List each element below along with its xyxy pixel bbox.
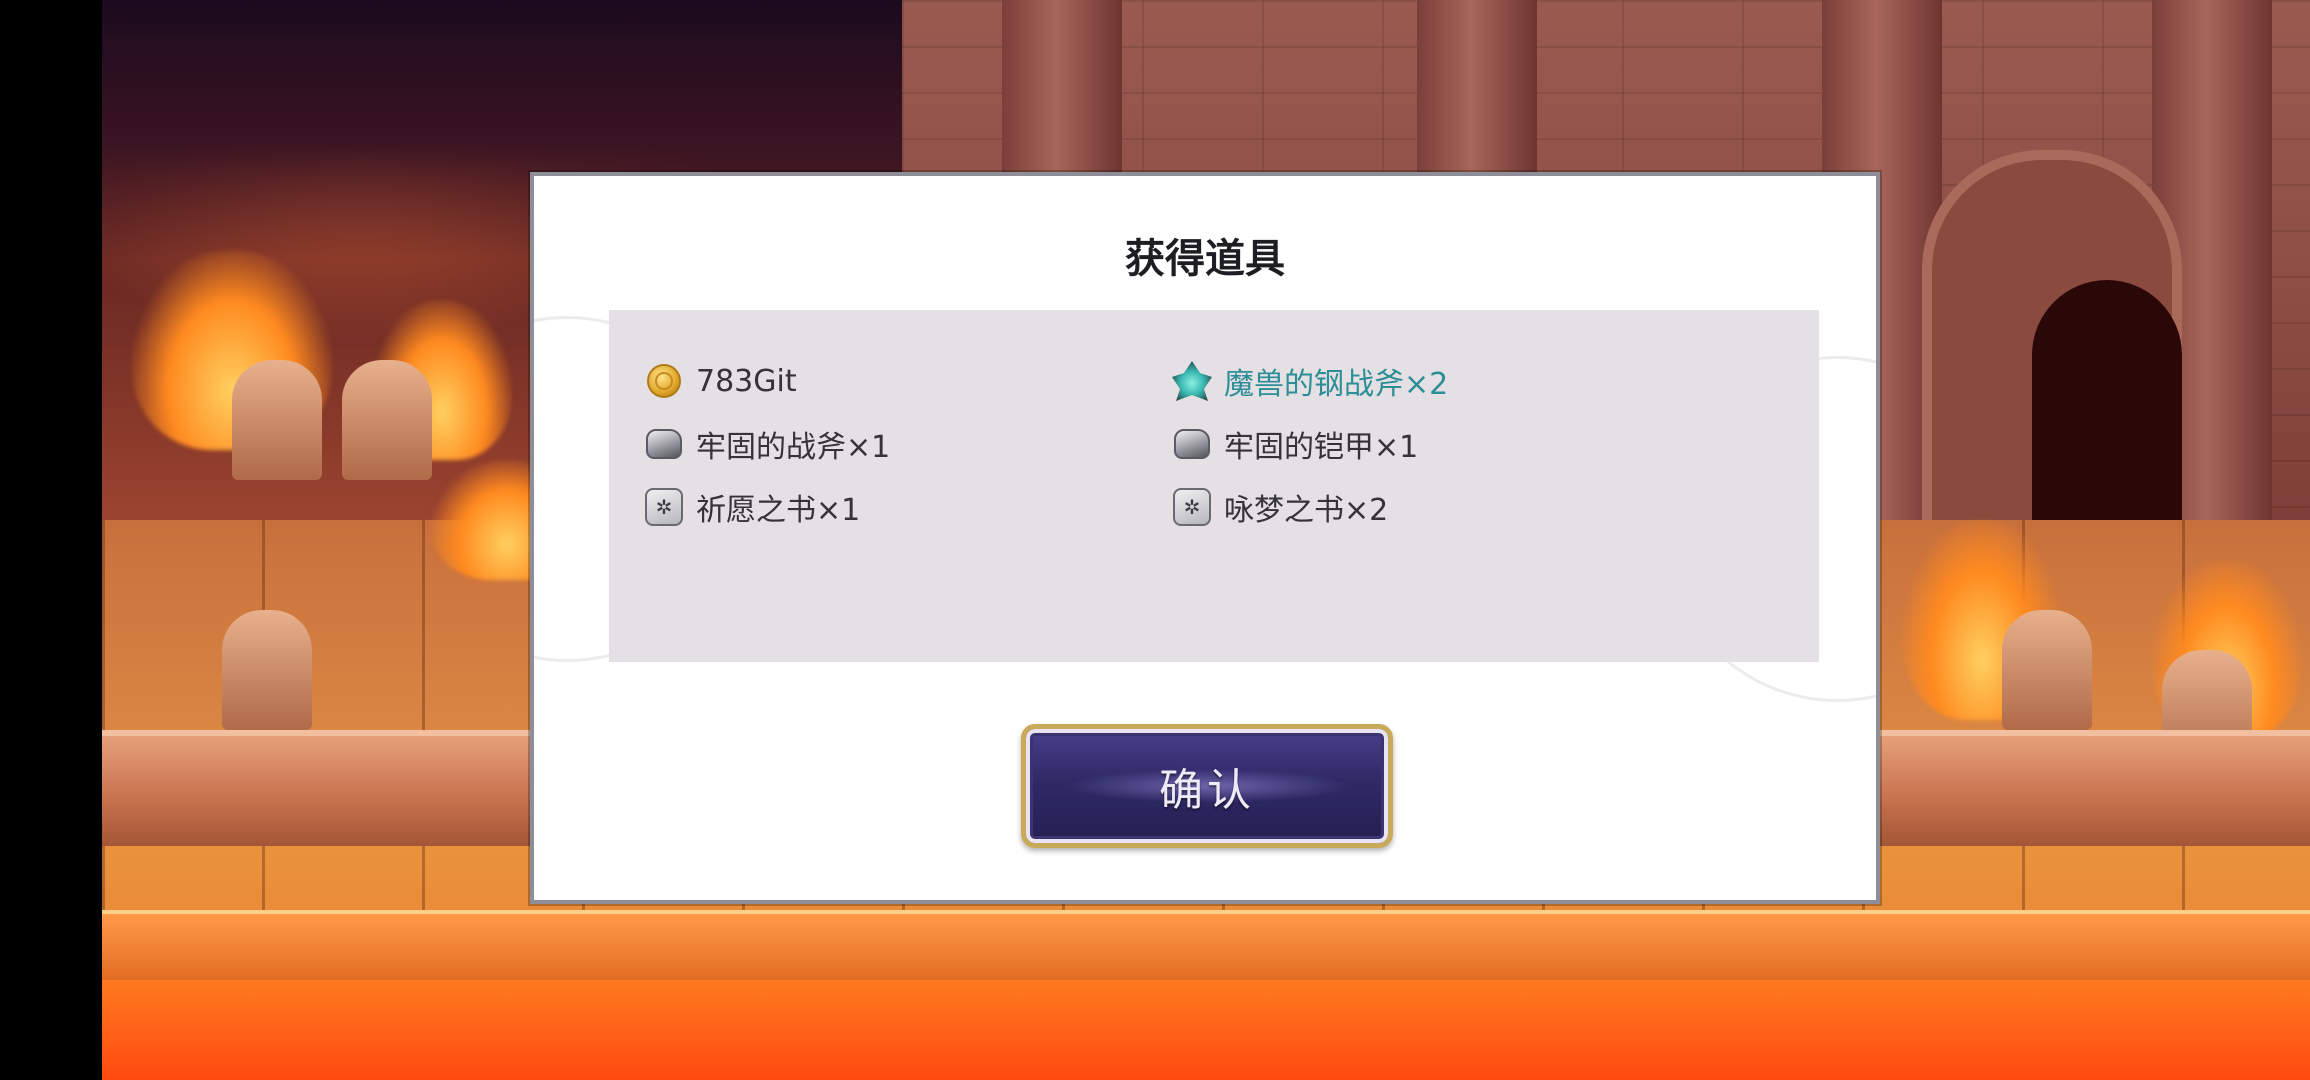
reward-item-label: 牢固的铠甲×1 <box>1224 430 1419 465</box>
reward-items-panel: 783Git 魔兽的钢战斧×2 牢固的战斧×1 牢固的铠甲×1 ✲ 祈愿之书×1… <box>609 310 1819 662</box>
book-icon: ✲ <box>1172 487 1212 527</box>
reward-item-label: 咏梦之书×2 <box>1224 493 1389 528</box>
reward-item-label: 牢固的战斧×1 <box>696 430 891 465</box>
railing-post <box>342 360 432 480</box>
reward-item: 牢固的战斧×1 <box>644 419 890 469</box>
confirm-button-label: 确认 <box>1159 765 1255 816</box>
reward-item: 魔兽的钢战斧×2 <box>1172 356 1448 406</box>
railing-post <box>2002 610 2092 730</box>
reward-item: 783Git <box>644 356 797 406</box>
railing-post <box>232 360 322 480</box>
letterbox-bar <box>0 0 102 1080</box>
item-reward-dialog: 获得道具 783Git 魔兽的钢战斧×2 牢固的战斧×1 牢固的铠甲×1 ✲ 祈… <box>530 172 1880 904</box>
book-icon: ✲ <box>644 487 684 527</box>
iron-ore-icon <box>644 424 684 464</box>
reward-item: ✲ 祈愿之书×1 <box>644 482 860 532</box>
lava-glow <box>102 980 2310 1080</box>
reward-item-label: 魔兽的钢战斧×2 <box>1224 367 1449 402</box>
reward-item-label: 祈愿之书×1 <box>696 493 861 528</box>
confirm-button[interactable]: 确认 <box>1021 724 1393 848</box>
iron-ore-icon <box>1172 424 1212 464</box>
lower-railing <box>102 910 2310 984</box>
gold-coin-icon <box>644 361 684 401</box>
railing-post <box>222 610 312 730</box>
reward-item: ✲ 咏梦之书×2 <box>1172 482 1388 532</box>
dialog-title: 获得道具 <box>1125 236 1285 282</box>
reward-item: 牢固的铠甲×1 <box>1172 419 1418 469</box>
crystal-ore-icon <box>1172 361 1212 401</box>
reward-item-label: 783Git <box>696 363 797 399</box>
